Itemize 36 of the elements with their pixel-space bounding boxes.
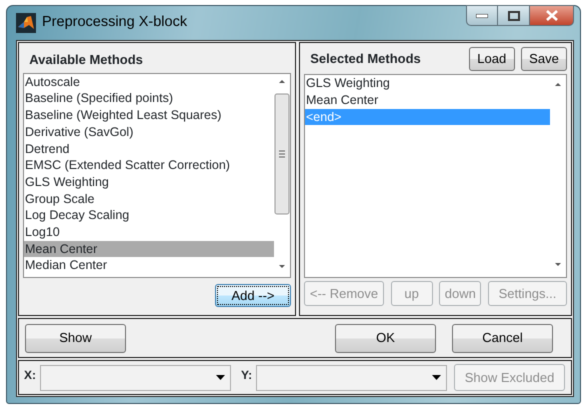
maximize-button[interactable] [498,5,530,26]
list-item[interactable]: GLS Weighting [305,75,550,92]
list-item[interactable]: Derivative (SavGol) [24,124,274,141]
dialog-button[interactable]: Show [25,324,126,352]
minimize-button[interactable] [466,5,498,26]
load-button[interactable]: Load [468,47,515,71]
add-button[interactable]: Add --> [215,284,291,307]
maximize-icon [508,10,520,20]
axis-label: X: [24,367,36,384]
panel-title: Selected Methods [309,50,422,68]
panel-title: Available Methods [28,51,144,70]
window-title: Preprocessing X-block [42,13,188,32]
list-item[interactable]: Log10 [24,224,274,241]
list-item[interactable]: GLS Weighting [24,174,274,191]
list-item[interactable]: Baseline (Weighted Least Squares) [24,107,274,124]
list-item[interactable]: Baseline (Specified points) [24,90,274,108]
list-item[interactable]: Detrend [24,140,274,158]
list-item[interactable]: Autoscale [24,74,274,90]
list-item[interactable]: Log Decay Scaling [24,207,274,224]
list-item[interactable]: Mean Center [305,92,550,109]
list-item[interactable]: Median Center [24,257,274,274]
axis-label: Y: [241,367,252,384]
list-item[interactable]: EMSC (Extended Scatter Correction) [24,157,274,174]
axis-dropdown[interactable] [40,364,231,390]
dialog-button[interactable]: Cancel [452,324,553,352]
save-button[interactable]: Save [521,47,567,71]
app-logo-icon [16,13,36,33]
dropdown-arrow-icon [216,375,225,380]
list-item[interactable]: Mean Center [24,240,274,258]
close-icon [546,10,558,21]
axis-dropdown[interactable] [256,364,448,390]
dropdown-arrow-icon [432,375,442,380]
minimize-icon [476,14,488,18]
list-item[interactable]: Group Scale [24,190,274,208]
dialog-button[interactable]: OK [335,324,436,352]
close-button[interactable] [530,5,574,26]
